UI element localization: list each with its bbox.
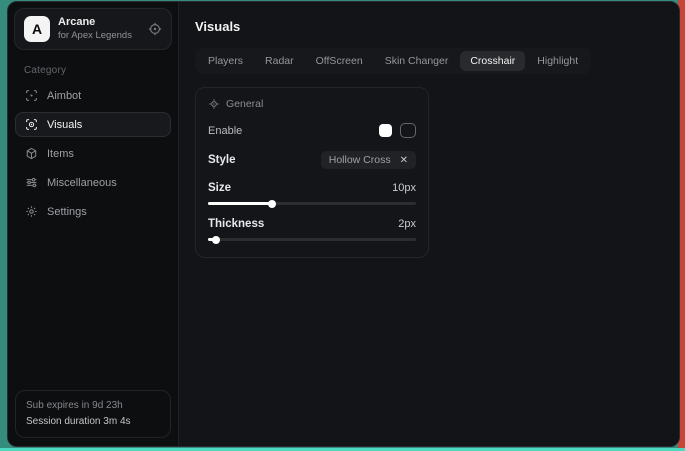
- size-slider[interactable]: [208, 202, 416, 205]
- crosshair-icon: [25, 89, 38, 102]
- style-value: Hollow Cross: [329, 154, 391, 166]
- sidebar-spacer: [14, 224, 172, 390]
- style-dropdown[interactable]: Hollow Cross ✕: [321, 151, 416, 169]
- general-card-header: General: [208, 98, 416, 110]
- enable-row: Enable: [208, 123, 416, 138]
- clear-icon[interactable]: ✕: [400, 155, 408, 166]
- thickness-label: Thickness: [208, 218, 264, 230]
- sidebar-item-label: Visuals: [47, 119, 82, 131]
- style-row: Style Hollow Cross ✕: [208, 151, 416, 169]
- app-name: Arcane: [58, 16, 140, 30]
- sub-expires-text: Sub expires in 9d 23h: [26, 398, 160, 414]
- sidebar-item-label: Aimbot: [47, 90, 81, 102]
- sidebar-item-label: Miscellaneous: [47, 177, 117, 189]
- tab-offscreen[interactable]: OffScreen: [306, 51, 373, 71]
- app-window: A Arcane for Apex Legends Category: [7, 1, 680, 447]
- sidebar-nav: Aimbot Visuals Items: [14, 83, 172, 224]
- thickness-row: Thickness 2px: [208, 218, 416, 230]
- scan-eye-icon: [25, 118, 38, 131]
- gear-icon: [25, 205, 38, 218]
- thickness-value: 2px: [398, 218, 416, 230]
- app-subtitle: for Apex Legends: [58, 30, 140, 42]
- enable-label: Enable: [208, 125, 242, 137]
- tab-highlight[interactable]: Highlight: [527, 51, 588, 71]
- main-content: Visuals Players Radar OffScreen Skin Cha…: [179, 2, 679, 446]
- tab-players[interactable]: Players: [198, 51, 253, 71]
- cube-icon: [25, 147, 38, 160]
- general-card: General Enable Style Hollow Cross ✕ Size…: [195, 87, 429, 258]
- enable-checkbox[interactable]: [379, 124, 392, 137]
- app-meta: Arcane for Apex Legends: [58, 16, 140, 42]
- category-label: Category: [24, 65, 172, 76]
- sidebar-item-aimbot[interactable]: Aimbot: [15, 83, 171, 108]
- sidebar-item-settings[interactable]: Settings: [15, 199, 171, 224]
- sidebar-item-label: Items: [47, 148, 74, 160]
- tab-skin-changer[interactable]: Skin Changer: [375, 51, 459, 71]
- enable-controls: [379, 123, 416, 138]
- general-card-title: General: [226, 98, 263, 110]
- enable-keybind-box[interactable]: [400, 123, 416, 138]
- size-slider-thumb[interactable]: [268, 200, 276, 208]
- sidebar-item-label: Settings: [47, 206, 87, 218]
- sidebar-item-items[interactable]: Items: [15, 141, 171, 166]
- sidebar-item-visuals[interactable]: Visuals: [15, 112, 171, 137]
- app-header-card: A Arcane for Apex Legends: [14, 8, 172, 50]
- thickness-slider[interactable]: [208, 238, 416, 241]
- crosshair-dot-icon: [208, 98, 220, 110]
- sliders-icon: [25, 176, 38, 189]
- tab-radar[interactable]: Radar: [255, 51, 304, 71]
- target-icon[interactable]: [148, 22, 162, 36]
- session-duration-text: Session duration 3m 4s: [26, 414, 160, 430]
- sidebar: A Arcane for Apex Legends Category: [8, 2, 179, 446]
- tab-crosshair[interactable]: Crosshair: [460, 51, 525, 71]
- app-logo: A: [24, 16, 50, 42]
- subscription-card: Sub expires in 9d 23h Session duration 3…: [15, 390, 171, 438]
- sidebar-item-miscellaneous[interactable]: Miscellaneous: [15, 170, 171, 195]
- size-slider-fill: [208, 202, 272, 205]
- size-row: Size 10px: [208, 182, 416, 194]
- visuals-tabbar: Players Radar OffScreen Skin Changer Cro…: [195, 48, 591, 74]
- style-label: Style: [208, 154, 236, 166]
- thickness-slider-thumb[interactable]: [212, 236, 220, 244]
- size-value: 10px: [392, 182, 416, 194]
- size-label: Size: [208, 182, 231, 194]
- page-title: Visuals: [195, 19, 663, 34]
